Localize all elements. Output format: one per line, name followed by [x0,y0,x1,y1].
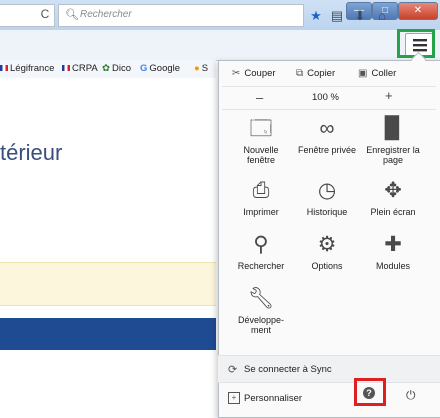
cut-label: Couper [244,67,276,79]
bookmark-label: CRPA [72,63,98,74]
page-nav-bar [0,318,216,350]
search-icon: 🔍︎ [65,9,79,21]
bookmark-site-icon: ● [194,63,200,74]
save-page-icon: ▉ [384,117,402,140]
search-icon: ⚲ [253,233,269,256]
new-window-icon: 🗔︎ [249,117,273,140]
globe-icon: ✿ [102,63,110,74]
addons-button[interactable]: ✚ Modules [362,232,424,271]
sync-icon: ⟳ [228,364,238,376]
find-button[interactable]: ⚲ Rechercher [230,232,292,271]
bookmark-dico[interactable]: ✿ Dico [102,63,131,74]
print-icon: ⎙ [252,179,270,202]
notice-band [0,262,216,306]
flag-icon [0,65,8,72]
tile-label: Options [311,261,343,271]
cut-button[interactable]: ✂ Couper [232,62,276,84]
copy-label: Copier [307,67,336,79]
new-window-button[interactable]: 🗔︎ Nouvelle fenêtre [230,116,292,165]
tile-label: Enregistrer la page [366,145,420,165]
bookmark-google[interactable]: G Google [140,63,180,74]
gear-icon: ⚙ [317,233,337,256]
copy-icon: ⧉ [296,67,304,79]
tile-label: Nouvelle fenêtre [243,145,279,165]
scissors-icon: ✂ [232,67,241,79]
tile-label: Rechercher [237,261,285,271]
print-button[interactable]: ⎙ Imprimer [230,178,292,217]
search-placeholder: Rechercher [80,9,132,20]
bookmark-label: Google [149,63,181,74]
options-button[interactable]: ⚙ Options [296,232,358,271]
tile-label: Plein écran [370,207,416,217]
puzzle-icon: ✚ [384,233,402,256]
navigation-toolbar [0,30,440,61]
clipboard-icon[interactable]: ▤ [329,8,345,24]
history-clock-icon: ◷ [317,179,337,202]
tile-label: Modules [375,261,411,271]
highlight-help-button [354,378,386,406]
fullscreen-icon: ✥ [384,179,402,202]
paste-button[interactable]: ▣ Coller [358,62,396,84]
zoom-reset-button[interactable]: 100 % [312,92,339,103]
copy-button[interactable]: ⧉ Copier [296,62,335,84]
home-icon[interactable]: ⌂ [374,8,390,24]
bookmarks-toolbar: Légifrance CRPA ✿ Dico G Google ● S [0,60,216,78]
star-icon[interactable]: ★ [308,8,324,24]
sync-label[interactable]: Se connecter à Sync [244,364,332,375]
page-heading: térieur [0,140,63,165]
bookmark-legifrance[interactable]: Légifrance [0,63,54,74]
paste-label: Coller [371,67,397,79]
zoom-in-button[interactable]: + [385,88,393,103]
developer-button[interactable]: 🔧︎ Développe- ment [230,286,292,335]
save-page-button[interactable]: ▉ Enregistrer la page [362,116,424,165]
customize-icon: + [228,392,240,404]
tile-label: Imprimer [243,207,279,217]
bookmark-s[interactable]: ● S [194,63,208,74]
tile-label: Développe- ment [237,315,285,335]
download-icon[interactable]: ⬇ [352,8,368,24]
quit-power-icon[interactable]: ⏻ [406,388,416,403]
customize-button[interactable]: Personnaliser [244,393,302,404]
history-button[interactable]: ◷ Historique [296,178,358,217]
tile-label: Historique [306,207,348,217]
tile-label: Fenêtre privée [297,145,357,155]
bookmark-label: S [201,63,209,74]
close-button[interactable]: ✕ [398,2,438,20]
paste-icon: ▣ [358,67,368,79]
fullscreen-button[interactable]: ✥ Plein écran [362,178,424,217]
bookmark-label: Dico [111,63,131,74]
bookmark-label: Légifrance [10,63,55,74]
private-mask-icon: ∞ [319,117,335,140]
wrench-icon: 🔧︎ [247,287,275,310]
google-icon: G [140,63,148,74]
zoom-out-button[interactable]: – [256,90,263,105]
bookmark-crpa[interactable]: CRPA [62,63,98,74]
reload-icon[interactable]: C [38,7,52,21]
flag-icon [62,65,70,72]
private-window-button[interactable]: ∞ Fenêtre privée [296,116,358,155]
